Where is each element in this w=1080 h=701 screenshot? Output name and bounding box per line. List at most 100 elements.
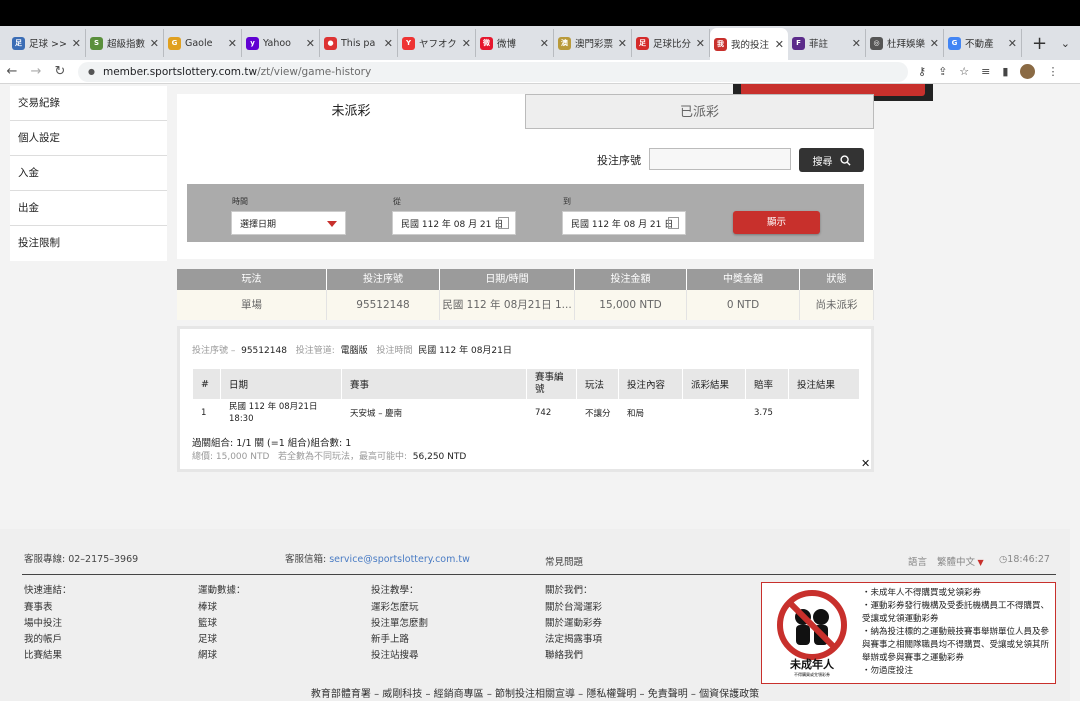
browser-tab[interactable]: 足足球比分 ✕ <box>632 29 710 57</box>
footer-bottom-links[interactable]: 教育部體育署 – 威剛科技 – 經銷商專區 – 節制投注相關宣導 – 隱私權聲明… <box>0 685 1070 700</box>
cell-play: 不讓分 <box>585 409 611 419</box>
tab-unsettled[interactable]: 未派彩 <box>177 94 525 129</box>
language-select[interactable]: 繁體中文 ▼ <box>937 554 984 568</box>
footer-link[interactable]: 比賽結果 <box>24 648 72 664</box>
new-tab-icon[interactable]: + <box>1032 33 1047 54</box>
tab-settled[interactable]: 已派彩 <box>525 94 874 129</box>
sidebar-item-deposit[interactable]: 入金 <box>10 156 167 191</box>
to-date-input[interactable]: 民國 112 年 08 月 21 日 <box>562 211 686 235</box>
cell-date: 民國 112 年 08月21日 18:30 <box>221 399 342 427</box>
footer-col-title: 投注教學： <box>371 585 419 596</box>
footer-link[interactable]: 賽事表 <box>24 600 72 616</box>
tab-close-icon[interactable]: ✕ <box>72 37 81 50</box>
reload-icon[interactable]: ↻ <box>48 64 72 79</box>
footer-link[interactable]: 關於台灣運彩 <box>545 600 602 616</box>
url-path: /zt/view/game-history <box>257 65 372 78</box>
mail-link[interactable]: service@sportslottery.com.tw <box>329 554 470 565</box>
menu-kebab-icon[interactable]: ⋮ <box>1047 65 1058 78</box>
sidebar-item-withdraw[interactable]: 出金 <box>10 191 167 226</box>
browser-tab[interactable]: S 超級指數 ✕ <box>86 29 164 57</box>
underage-warning-box: 未成年人 不得購買或兌領彩券 ・未成年人不得購買或兌領彩券 ・運動彩券發行機構及… <box>761 582 1056 684</box>
to-date-value: 民國 112 年 08 月 21 日 <box>571 219 674 230</box>
total-max-win: 56,250 NTD <box>412 452 467 462</box>
browser-tab[interactable]: G Gaole ✕ <box>164 29 242 57</box>
footer-link[interactable]: 聯絡我們 <box>545 648 602 664</box>
lock-icon: ● <box>88 67 95 76</box>
close-icon[interactable]: ✕ <box>861 457 870 470</box>
bookmark-star-icon[interactable]: ☆ <box>959 65 969 78</box>
tab-close-icon[interactable]: ✕ <box>1008 37 1017 50</box>
browser-tab[interactable]: 微微博 ✕ <box>476 29 554 57</box>
total-price: 總價: 15,000 NTD <box>192 452 270 462</box>
browser-tab[interactable]: ● This pa ✕ <box>320 29 398 57</box>
search-icon <box>839 154 851 166</box>
footer-link[interactable]: 法定揭露事項 <box>545 632 602 648</box>
warning-item: ・運動彩券發行機構及受委託機構員工不得購買、受讓或兌領運動彩券 <box>862 601 1050 624</box>
search-button-label: 搜尋 <box>812 156 833 168</box>
side-panel-icon[interactable]: ▮ <box>1002 65 1008 78</box>
cell-date-day: 民國 112 年 08月21日 <box>229 402 318 412</box>
cell-payout-result <box>683 399 746 427</box>
footer-link[interactable]: 場中投注 <box>24 616 72 632</box>
footer-link[interactable]: 棒球 <box>198 600 246 616</box>
browser-tab[interactable]: 我我的投注 ✕ <box>710 28 788 60</box>
url-field[interactable]: ● member.sportslottery.com.tw/zt/view/ga… <box>78 61 908 82</box>
tab-close-icon[interactable]: ✕ <box>618 37 627 50</box>
tab-close-icon[interactable]: ✕ <box>384 37 393 50</box>
footer-link[interactable]: 投注站搜尋 <box>371 648 428 664</box>
cell-datetime: 民國 112 年 08月21日 1... <box>440 290 575 320</box>
footer-link[interactable]: 足球 <box>198 632 246 648</box>
browser-tab[interactable]: 足足球 >> ✕ <box>8 29 86 57</box>
sidebar-item-bet-limit[interactable]: 投注限制 <box>10 226 167 261</box>
tab-close-icon[interactable]: ✕ <box>930 37 939 50</box>
browser-tab[interactable]: G 不動產 ✕ <box>944 29 1022 57</box>
tab-close-icon[interactable]: ✕ <box>462 37 471 50</box>
key-icon[interactable]: ⚷ <box>918 65 926 78</box>
tab-title: Gaole <box>185 37 213 49</box>
tab-search-chevron-icon[interactable]: ⌄ <box>1061 37 1070 50</box>
address-bar: ← → ↻ ● member.sportslottery.com.tw/zt/v… <box>0 60 1080 84</box>
channel-value: 電腦版 <box>340 346 368 356</box>
serial-search-input[interactable] <box>649 148 791 170</box>
show-button[interactable]: 顯示 <box>733 211 820 234</box>
profile-avatar[interactable] <box>1020 64 1036 79</box>
tab-close-icon[interactable]: ✕ <box>696 37 705 50</box>
col-header: 玩法 <box>177 269 327 290</box>
footer-link[interactable]: 關於運動彩券 <box>545 616 602 632</box>
share-icon[interactable]: ⇪ <box>938 65 947 78</box>
footer-link[interactable]: 新手上路 <box>371 632 428 648</box>
back-icon[interactable]: ← <box>0 64 24 79</box>
browser-tab[interactable]: F 菲註 ✕ <box>788 29 866 57</box>
date-range-select[interactable]: 選擇日期 <box>231 211 346 235</box>
parlay-combo: 過關組合: 1/1 關 (=1 組合)組合數: 1 <box>192 438 352 449</box>
tab-favicon-icon: y <box>246 36 259 50</box>
faq-link[interactable]: 常見問題 <box>545 554 583 568</box>
browser-tab[interactable]: y Yahoo ✕ <box>242 29 320 57</box>
search-button[interactable]: 搜尋 <box>799 148 864 172</box>
footer-col-tutorial: 投注教學： 運彩怎麼玩 投注單怎麼劃 新手上路 投注站搜尋 <box>371 583 428 664</box>
browser-tab[interactable]: 澳澳門彩票 ✕ <box>554 29 632 57</box>
sidebar-item-transactions[interactable]: 交易紀錄 <box>10 86 167 121</box>
footer-col-quick-links: 快速連結： 賽事表 場中投注 我的帳戶 比賽結果 <box>24 583 72 664</box>
footer-link[interactable]: 籃球 <box>198 616 246 632</box>
tab-close-icon[interactable]: ✕ <box>150 37 159 50</box>
tab-favicon-icon: ◎ <box>870 36 883 50</box>
browser-tab[interactable]: Y ヤフオク ✕ <box>398 29 476 57</box>
tab-close-icon[interactable]: ✕ <box>852 37 861 50</box>
reading-list-icon[interactable]: ≡ <box>981 65 990 78</box>
forward-icon[interactable]: → <box>24 64 48 79</box>
footer-link[interactable]: 網球 <box>198 648 246 664</box>
footer-link[interactable]: 我的帳戶 <box>24 632 72 648</box>
table-row[interactable]: 單場 95512148 民國 112 年 08月21日 1... 15,000 … <box>177 290 874 320</box>
sidebar-item-settings[interactable]: 個人設定 <box>10 121 167 156</box>
footer-link[interactable]: 投注單怎麼劃 <box>371 616 428 632</box>
footer-link[interactable]: 運彩怎麼玩 <box>371 600 428 616</box>
cell-bet-result <box>789 399 860 427</box>
tab-close-icon[interactable]: ✕ <box>306 37 315 50</box>
cell-num: 1 <box>201 408 207 418</box>
tab-close-icon[interactable]: ✕ <box>540 37 549 50</box>
from-date-input[interactable]: 民國 112 年 08 月 21 日 <box>392 211 516 235</box>
tab-close-icon[interactable]: ✕ <box>775 38 784 51</box>
tab-close-icon[interactable]: ✕ <box>228 37 237 50</box>
browser-tab[interactable]: ◎ 杜拜娛樂 ✕ <box>866 29 944 57</box>
